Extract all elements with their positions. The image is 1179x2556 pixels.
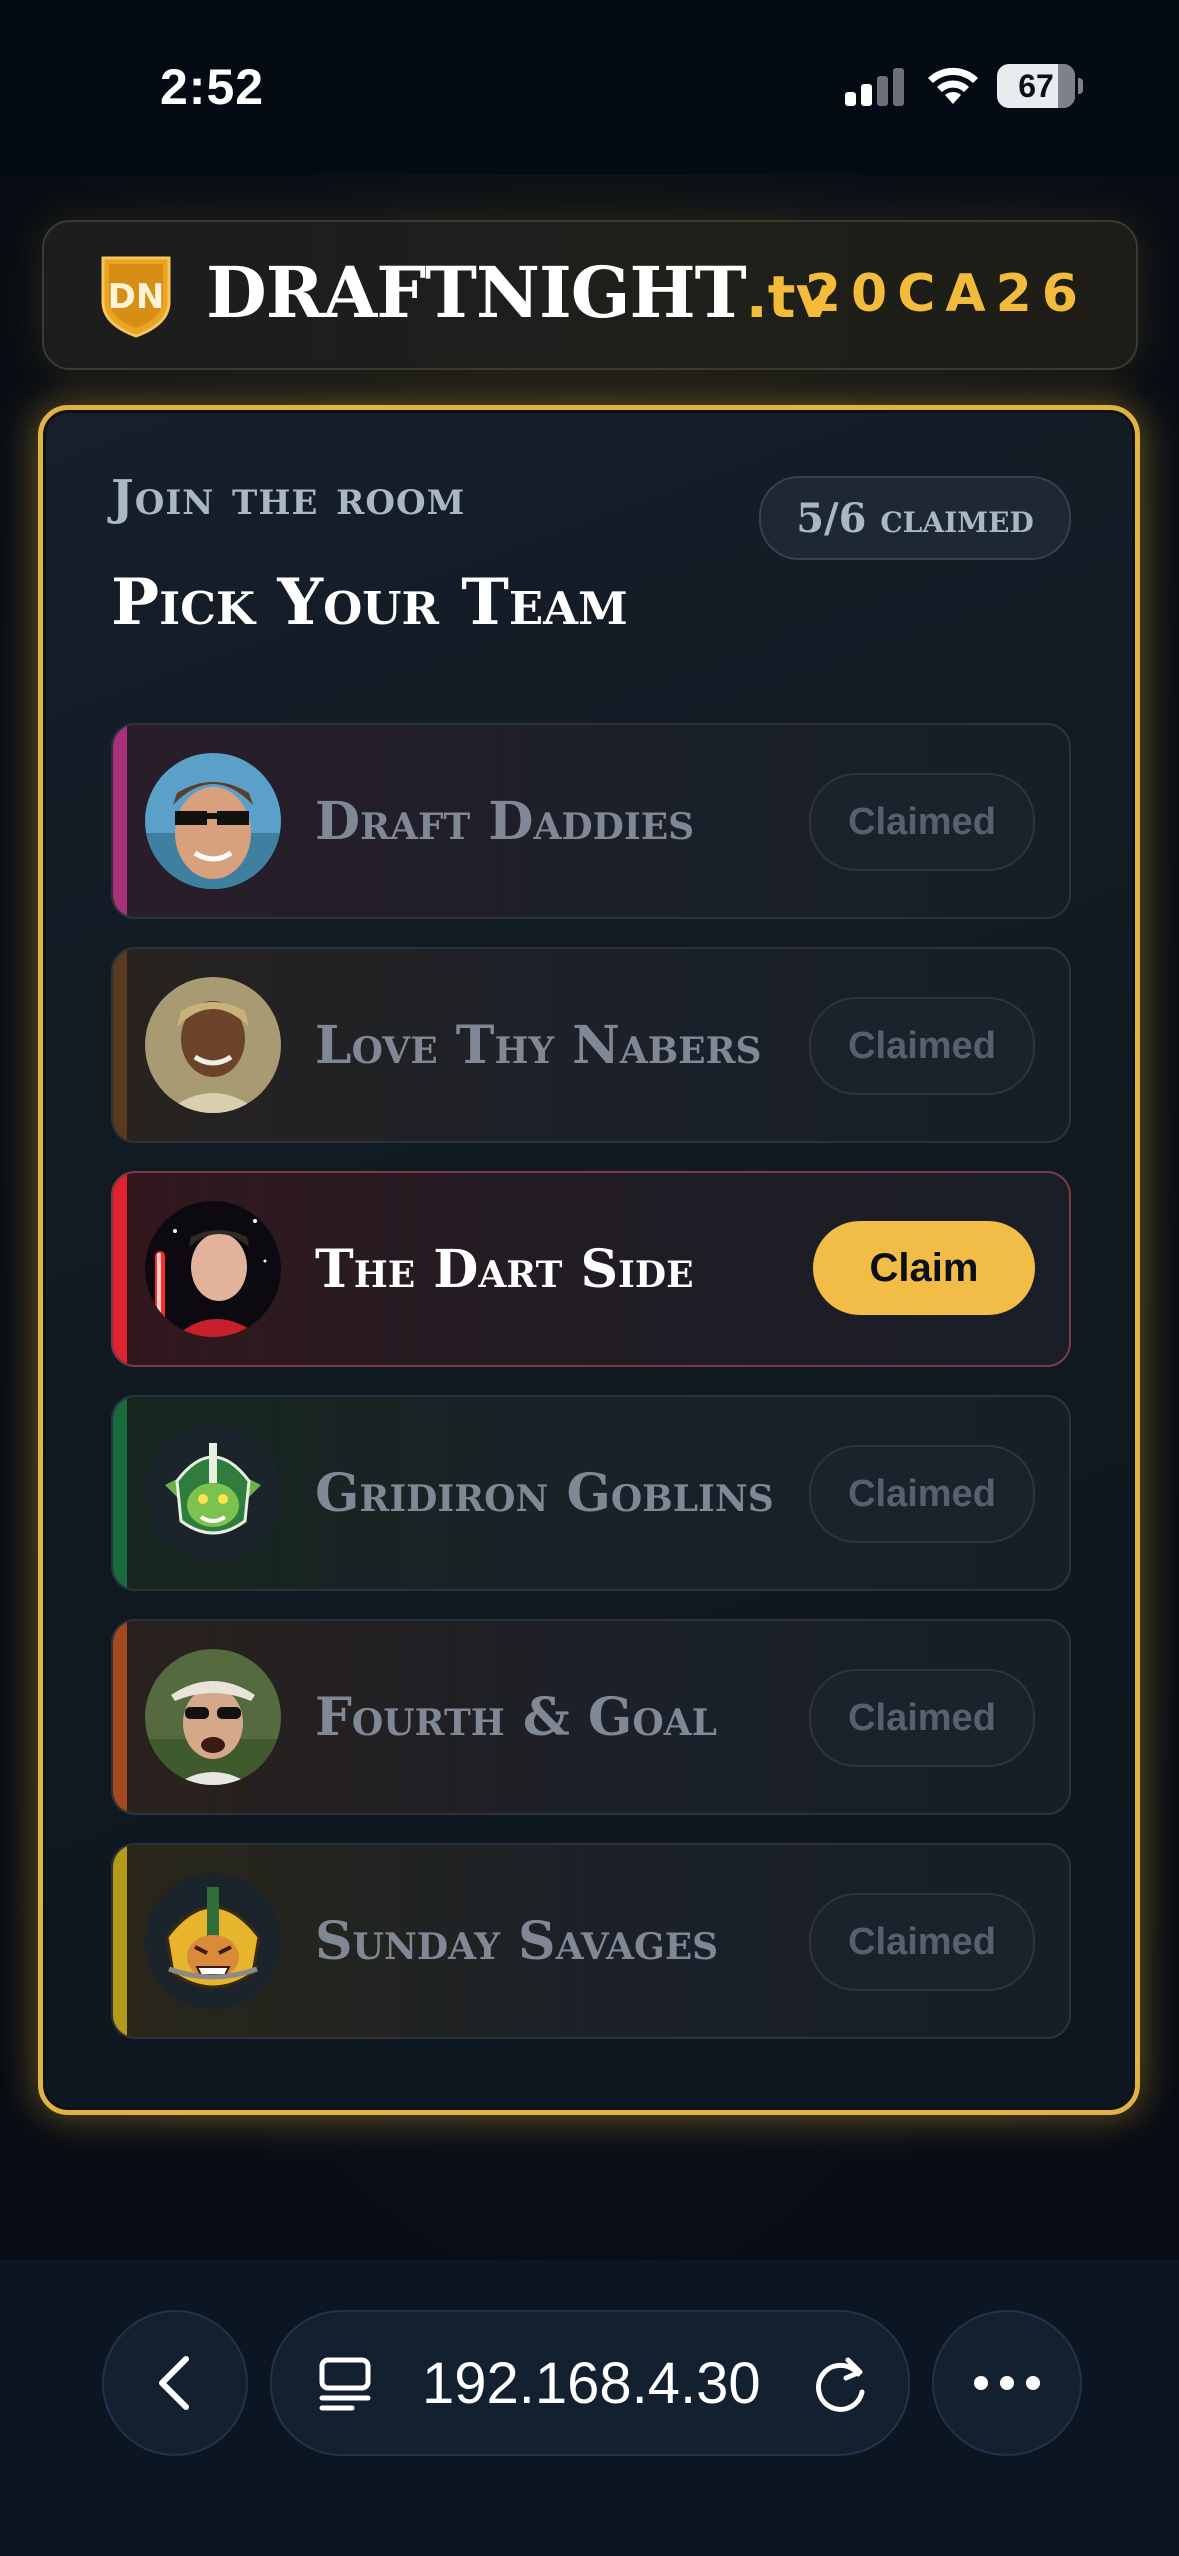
battery-level: 67 xyxy=(1018,67,1054,104)
team-accent-bar xyxy=(113,1621,127,1813)
cellular-signal-icon xyxy=(845,66,905,106)
team-accent-bar xyxy=(113,725,127,917)
claimed-button: Claimed xyxy=(809,1445,1035,1543)
team-avatar xyxy=(145,1873,281,2009)
app-header: DN DRAFTNIGHT.tv 20CA26 xyxy=(42,220,1138,370)
team-accent-bar xyxy=(113,1173,127,1365)
claimed-button: Claimed xyxy=(809,997,1035,1095)
brand-main: DRAFTNIGHT xyxy=(206,251,747,334)
team-accent-bar xyxy=(113,1397,127,1589)
status-bar: 2:52 67 xyxy=(0,0,1179,175)
team-accent-bar xyxy=(113,949,127,1141)
browser-toolbar: 192.168.4.30 xyxy=(0,2260,1179,2556)
team-name: Gridiron Goblins xyxy=(315,1462,774,1524)
team-picker-panel: Join the room 5/6 claimed Pick Your Team… xyxy=(38,405,1140,2115)
back-button[interactable] xyxy=(102,2310,248,2456)
reload-icon[interactable] xyxy=(812,2352,872,2414)
team-name: The Dart Side xyxy=(315,1238,694,1300)
team-row-fourth-and-goal: Fourth & Goal Claimed xyxy=(111,1619,1071,1815)
team-avatar xyxy=(145,753,281,889)
web-page: DN DRAFTNIGHT.tv 20CA26 Join the room 5/… xyxy=(0,175,1179,2260)
url-text: 192.168.4.30 xyxy=(422,2350,761,2416)
team-row-gridiron-goblins: Gridiron Goblins Claimed xyxy=(111,1395,1071,1591)
team-name: Draft Daddies xyxy=(315,790,695,852)
claimed-button: Claimed xyxy=(809,773,1035,871)
brand-wordmark: DRAFTNIGHT.tv xyxy=(206,250,833,340)
ellipsis-icon xyxy=(974,2376,1040,2390)
team-row-sunday-savages: Sunday Savages Claimed xyxy=(111,1843,1071,2039)
draftnight-logo-icon: DN xyxy=(101,256,171,338)
address-bar[interactable]: 192.168.4.30 xyxy=(270,2310,910,2456)
team-avatar xyxy=(145,1425,281,1561)
clock: 2:52 xyxy=(160,59,265,115)
wifi-icon xyxy=(928,67,978,104)
more-options-button[interactable] xyxy=(932,2310,1082,2456)
team-avatar xyxy=(145,1201,281,1337)
page-menu-icon xyxy=(319,2357,371,2411)
claimed-button: Claimed xyxy=(809,1893,1035,1991)
page-title: Pick Your Team xyxy=(111,565,628,640)
claimed-button: Claimed xyxy=(809,1669,1035,1767)
join-room-label: Join the room xyxy=(111,470,466,526)
svg-text:DN: DN xyxy=(108,277,165,317)
team-row-love-thy-nabers: Love Thy Nabers Claimed xyxy=(111,947,1071,1143)
claim-button[interactable]: Claim xyxy=(813,1221,1035,1315)
team-row-draft-daddies: Draft Daddies Claimed xyxy=(111,723,1071,919)
team-avatar xyxy=(145,977,281,1113)
team-row-the-dart-side[interactable]: The Dart Side Claim xyxy=(111,1171,1071,1367)
team-accent-bar xyxy=(113,1845,127,2037)
team-avatar xyxy=(145,1649,281,1785)
room-code: 20CA26 xyxy=(804,264,1088,324)
claimed-count-badge: 5/6 claimed xyxy=(759,476,1071,560)
chevron-left-icon xyxy=(159,2356,189,2410)
team-name: Love Thy Nabers xyxy=(315,1014,762,1076)
team-name: Fourth & Goal xyxy=(315,1686,717,1748)
team-name: Sunday Savages xyxy=(315,1910,719,1972)
battery-icon: 67 xyxy=(997,64,1075,108)
